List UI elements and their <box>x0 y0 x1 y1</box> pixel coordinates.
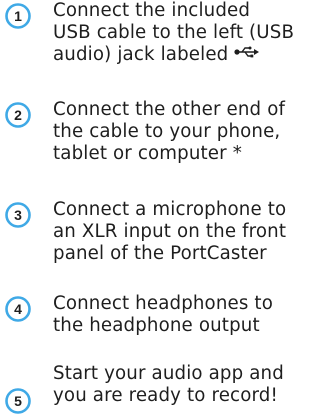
step-3-line-2: an XLR input on the front <box>53 221 287 242</box>
step-2-line-1: Connect the other end of <box>53 99 286 120</box>
step-1-line-1: Connect the included <box>53 0 251 21</box>
step-5-text: Start your audio app and you are ready t… <box>53 363 333 407</box>
step-5-line-2: you are ready to record! <box>53 385 278 406</box>
step-1-text: Connect the included USB cable to the le… <box>53 0 333 66</box>
step-1-line-3-text: audio) jack labeled <box>53 44 229 65</box>
step-5-line-1: Start your audio app and <box>53 363 284 384</box>
svg-text:1: 1 <box>14 8 22 24</box>
number-4-badge-icon: 4 <box>5 296 31 322</box>
svg-text:2: 2 <box>14 107 22 123</box>
usb-icon <box>234 42 260 64</box>
step-1-line-3: audio) jack labeled <box>53 44 333 66</box>
step-2-line-3: tablet or computer * <box>53 143 242 164</box>
svg-text:4: 4 <box>14 301 22 317</box>
number-2-badge-icon: 2 <box>5 102 31 128</box>
number-5-badge-icon: 5 <box>5 388 31 414</box>
step-3-text: Connect a microphone to an XLR input on … <box>53 199 333 265</box>
step-2-line-2: the cable to your phone, <box>53 121 281 142</box>
step-4-line-1: Connect headphones to <box>53 293 273 314</box>
number-1-badge-icon: 1 <box>5 3 31 29</box>
step-4-text: Connect headphones to the headphone outp… <box>53 293 333 337</box>
svg-text:3: 3 <box>14 207 22 223</box>
number-3-badge-icon: 3 <box>5 202 31 228</box>
step-3-line-3: panel of the PortCaster <box>53 243 267 264</box>
step-1-line-2: USB cable to the left (USB <box>53 22 295 43</box>
step-4-line-2: the headphone output <box>53 315 260 336</box>
svg-text:5: 5 <box>14 393 22 409</box>
step-2-text: Connect the other end of the cable to yo… <box>53 99 333 165</box>
step-3-line-1: Connect a microphone to <box>53 199 287 220</box>
